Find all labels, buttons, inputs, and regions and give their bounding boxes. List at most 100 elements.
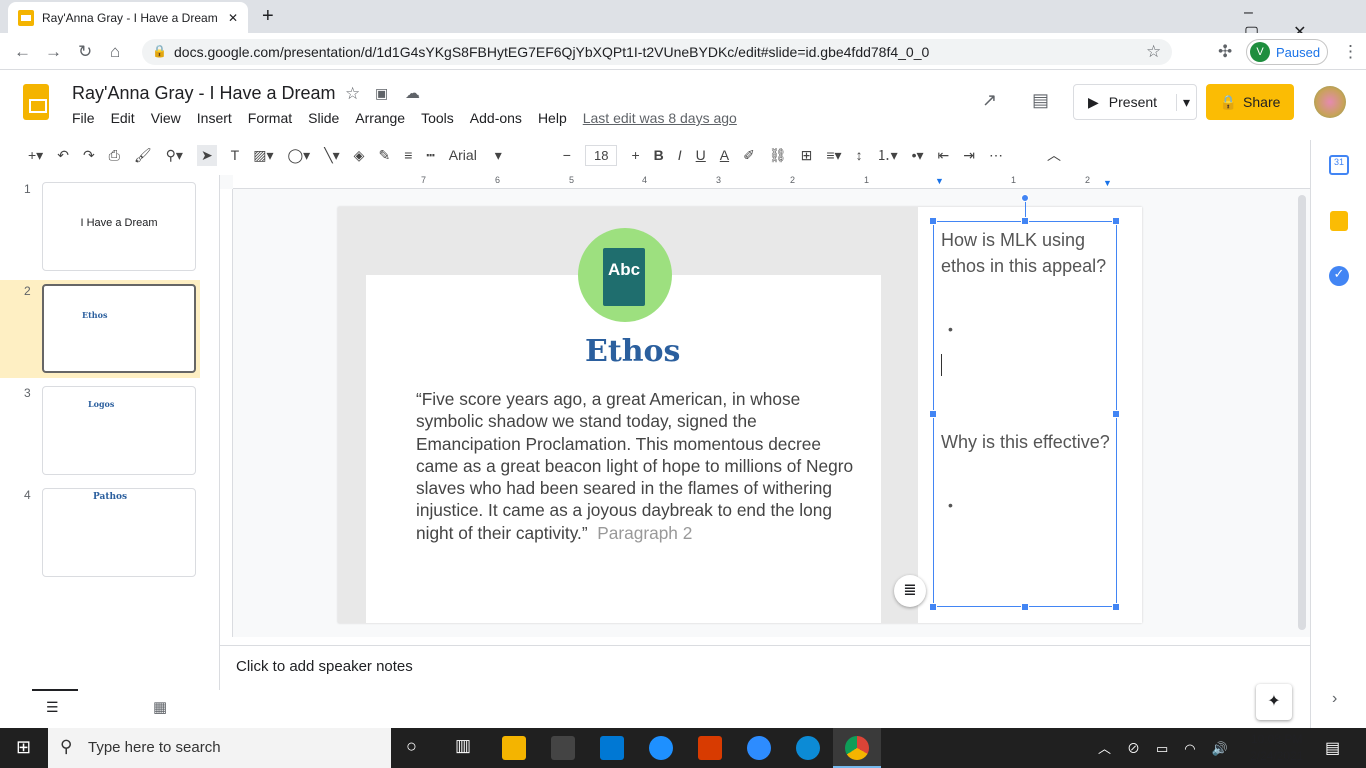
calendar-icon[interactable]: 31 — [1329, 155, 1349, 175]
document-title[interactable]: Ray'Anna Gray - I Have a Dream — [72, 83, 336, 104]
keep-icon[interactable] — [1330, 211, 1348, 231]
redo-icon[interactable]: ↷ — [83, 147, 95, 164]
profile-button[interactable]: V Paused — [1246, 39, 1328, 65]
activity-icon[interactable]: ↗ — [982, 90, 997, 111]
browser-menu-icon[interactable]: ⋮ — [1342, 42, 1359, 62]
forward-icon[interactable]: → — [45, 42, 62, 62]
line-icon[interactable]: ╲▾ — [324, 147, 339, 164]
edge-icon[interactable] — [796, 736, 820, 760]
more-icon[interactable]: ⋯ — [989, 147, 1003, 164]
font-size-input[interactable]: 18 — [584, 144, 618, 166]
office-icon[interactable] — [698, 736, 722, 760]
horizontal-ruler[interactable]: 765432112 ▼ ▼ — [233, 175, 1310, 189]
indent-marker-icon[interactable]: ▼ — [935, 176, 944, 186]
resize-handle[interactable] — [1112, 217, 1120, 225]
menu-file[interactable]: File — [72, 110, 95, 126]
resize-handle[interactable] — [1021, 603, 1029, 611]
extensions-icon[interactable]: ✣ — [1218, 42, 1232, 62]
slide-thumb-2[interactable]: Ethos — [42, 284, 196, 373]
select-icon[interactable]: ➤ — [196, 144, 217, 166]
store-icon[interactable] — [551, 736, 575, 760]
close-tab-icon[interactable]: ✕ — [228, 11, 238, 25]
image-icon[interactable]: ▨▾ — [253, 147, 273, 164]
present-button[interactable]: ▶ Present ▾ — [1073, 84, 1197, 120]
menu-help[interactable]: Help — [538, 110, 567, 126]
resize-handle[interactable] — [1112, 410, 1120, 418]
task-view-icon[interactable]: ▥ — [455, 736, 471, 756]
share-button[interactable]: 🔒 Share — [1206, 84, 1294, 120]
reload-icon[interactable]: ↻ — [78, 42, 92, 62]
slide-thumb-4[interactable]: Pathos — [42, 488, 196, 577]
mail-icon[interactable] — [600, 736, 624, 760]
expand-panel-icon[interactable]: › — [1332, 690, 1337, 708]
bulleted-list-icon[interactable]: •▾ — [912, 147, 924, 164]
paint-format-icon[interactable]: 🖌 — [134, 147, 152, 164]
url-input[interactable]: docs.google.com/presentation/d/1d1G4sYKg… — [142, 39, 1172, 65]
border-weight-icon[interactable]: ≡ — [404, 147, 412, 163]
print-icon[interactable]: ⎙ — [109, 147, 120, 164]
resize-handle[interactable] — [1021, 217, 1029, 225]
new-slide-icon[interactable]: +▾ — [28, 147, 43, 164]
collapse-icon[interactable]: ︿ — [1047, 145, 1061, 165]
move-folder-icon[interactable]: ▣ — [375, 85, 388, 102]
app-icon[interactable] — [649, 736, 673, 760]
comments-icon[interactable]: ▤ — [1032, 90, 1049, 111]
menu-addons[interactable]: Add-ons — [470, 110, 522, 126]
decrease-indent-icon[interactable]: ⇤ — [938, 147, 950, 164]
slides-logo[interactable] — [23, 84, 49, 120]
link-icon[interactable]: ⛓ — [769, 147, 787, 164]
browser-tab[interactable]: Ray'Anna Gray - I Have a Dream ✕ — [8, 2, 248, 33]
back-icon[interactable]: ← — [14, 42, 31, 62]
new-tab-icon[interactable]: + — [262, 5, 274, 28]
canvas-scrollbar[interactable] — [1298, 195, 1306, 630]
border-dash-icon[interactable]: ┅ — [426, 147, 434, 164]
right-indent-marker-icon[interactable]: ▼ — [1103, 178, 1112, 188]
border-color-icon[interactable]: ✎ — [378, 147, 390, 164]
last-edit-link[interactable]: Last edit was 8 days ago — [583, 110, 737, 126]
cortana-icon[interactable]: ○ — [406, 736, 417, 757]
menu-tools[interactable]: Tools — [421, 110, 454, 126]
list-view-icon[interactable]: ☰ — [46, 699, 59, 716]
shape-icon[interactable]: ◯▾ — [288, 147, 311, 164]
increase-font-icon[interactable]: + — [631, 147, 639, 163]
fill-color-icon[interactable]: ◈ — [354, 147, 365, 164]
grid-view-icon[interactable]: ▦ — [153, 698, 167, 716]
bold-icon[interactable]: B — [654, 147, 664, 163]
highlight-icon[interactable]: ✐ — [743, 147, 755, 164]
lock-icon[interactable]: 🔒 — [152, 44, 167, 58]
rotate-handle[interactable] — [1021, 194, 1029, 202]
numbered-list-icon[interactable]: ⒈▾ — [877, 145, 898, 165]
underline-icon[interactable]: U — [696, 147, 706, 163]
font-select[interactable]: Arial ▾ — [449, 147, 549, 164]
menu-edit[interactable]: Edit — [111, 110, 135, 126]
increase-indent-icon[interactable]: ⇥ — [963, 147, 975, 164]
star-icon[interactable]: ☆ — [345, 84, 360, 104]
file-explorer-icon[interactable] — [502, 736, 526, 760]
undo-icon[interactable]: ↶ — [57, 147, 69, 164]
comment-icon[interactable]: ⊞ — [801, 147, 813, 164]
present-dropdown-icon[interactable]: ▾ — [1175, 93, 1196, 111]
speaker-notes[interactable]: Click to add speaker notes — [236, 658, 413, 675]
bookmark-star-icon[interactable]: ☆ — [1146, 42, 1161, 62]
slide-thumb-1[interactable]: I Have a Dream — [42, 182, 196, 271]
italic-icon[interactable]: I — [678, 147, 682, 163]
menu-slide[interactable]: Slide — [308, 110, 339, 126]
menu-arrange[interactable]: Arrange — [355, 110, 405, 126]
resize-handle[interactable] — [929, 410, 937, 418]
align-icon[interactable]: ≡▾ — [826, 147, 841, 164]
home-icon[interactable]: ⌂ — [110, 42, 120, 62]
resize-handle[interactable] — [929, 603, 937, 611]
notifications-icon[interactable]: ▤ — [1325, 738, 1340, 758]
clock[interactable]: 10:08 PM 2/24/2021 — [1250, 731, 1303, 765]
explore-icon[interactable]: ✦ — [1256, 684, 1292, 720]
decrease-font-icon[interactable]: − — [563, 147, 571, 163]
resize-handle[interactable] — [1112, 603, 1120, 611]
menu-view[interactable]: View — [151, 110, 181, 126]
user-avatar[interactable] — [1314, 86, 1346, 118]
slide-thumb-3[interactable]: Logos — [42, 386, 196, 475]
menu-format[interactable]: Format — [248, 110, 292, 126]
menu-insert[interactable]: Insert — [197, 110, 232, 126]
zoom-icon[interactable]: ⚲▾ — [166, 147, 183, 164]
tasks-icon[interactable]: ✓ — [1329, 266, 1349, 286]
taskbar-search[interactable]: Type here to search — [48, 728, 391, 768]
